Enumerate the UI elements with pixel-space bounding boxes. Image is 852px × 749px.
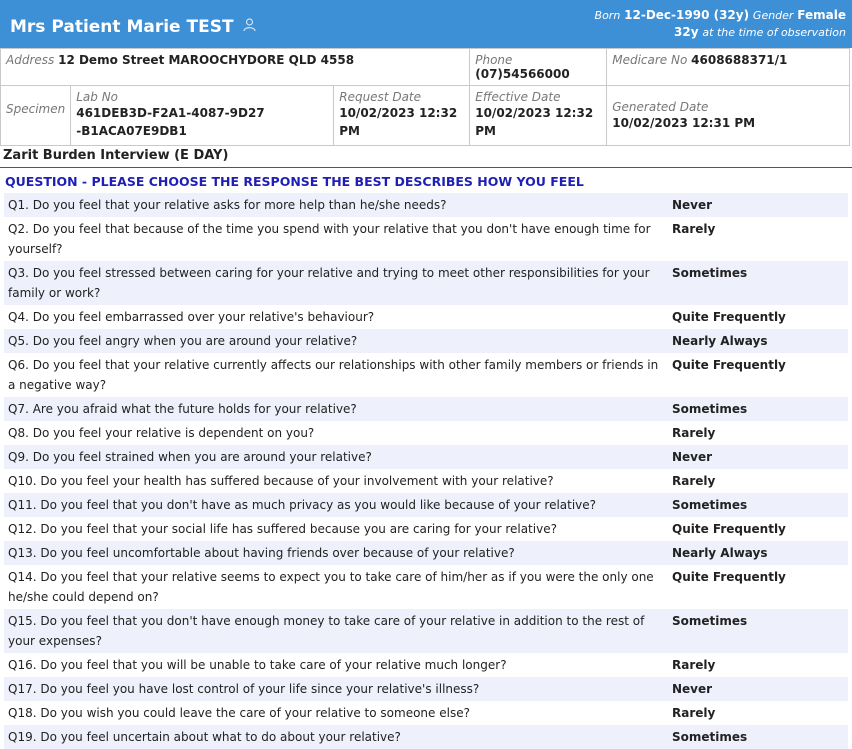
user-icon[interactable] <box>243 17 257 37</box>
answer-value: Never <box>672 450 713 464</box>
question-row: Q13. Do you feel uncomfortable about hav… <box>4 541 848 565</box>
question-row: Q8. Do you feel your relative is depende… <box>4 421 848 445</box>
question-text: Q12. Do you feel that your social life h… <box>8 522 557 536</box>
age-note: at the time of observation <box>702 26 846 39</box>
question-text: Q2. Do you feel that because of the time… <box>8 222 651 256</box>
question-row: Q11. Do you feel that you don't have as … <box>4 493 848 517</box>
question-header: QUESTION - PLEASE CHOOSE THE RESPONSE TH… <box>5 174 584 189</box>
question-row: Q14. Do you feel that your relative seem… <box>4 565 848 609</box>
effective-date-value: 10/02/2023 12:32 PM <box>475 106 594 138</box>
patient-header: Mrs Patient Marie TEST Born 12-Dec-1990 … <box>0 0 852 48</box>
answer-value: Never <box>672 682 713 696</box>
question-text: Q16. Do you feel that you will be unable… <box>8 658 507 672</box>
generated-date-cell: Generated Date 10/02/2023 12:31 PM <box>606 85 850 146</box>
question-row: Q18. Do you wish you could leave the car… <box>4 701 848 725</box>
answer-value: Rarely <box>672 426 716 440</box>
lab-no-cell: Lab No 461DEB3D-F2A1-4087-9D27-B1ACA07E9… <box>70 85 335 146</box>
question-row: Q16. Do you feel that you will be unable… <box>4 653 848 677</box>
question-row: Q10. Do you feel your health has suffere… <box>4 469 848 493</box>
answer-value: Sometimes <box>672 498 748 512</box>
question-row: Q9. Do you feel strained when you are ar… <box>4 445 848 469</box>
question-text: Q9. Do you feel strained when you are ar… <box>8 450 372 464</box>
phone-cell: Phone (07)54566000 <box>469 48 608 86</box>
answer-value: Rarely <box>672 658 716 672</box>
question-row: Q4. Do you feel embarrassed over your re… <box>4 305 848 329</box>
medicare-value: 4608688371/1 <box>691 53 788 67</box>
patient-info-table: Address 12 Demo Street MAROOCHYDORE QLD … <box>0 48 850 146</box>
question-text: Q5. Do you feel angry when you are aroun… <box>8 334 358 348</box>
specimen-label: Specimen <box>6 102 66 116</box>
question-text: Q19. Do you feel uncertain about what to… <box>8 730 401 744</box>
answer-value: Never <box>672 198 713 212</box>
question-text: Q3. Do you feel stressed between caring … <box>8 266 650 300</box>
medicare-label: Medicare No <box>612 53 688 67</box>
question-text: Q4. Do you feel embarrassed over your re… <box>8 310 375 324</box>
answer-value: Sometimes <box>672 730 748 744</box>
dob-value: 12-Dec-1990 (32y) <box>624 8 750 22</box>
gender-value: Female <box>797 8 846 22</box>
address-value: 12 Demo Street MAROOCHYDORE QLD 4558 <box>58 53 355 67</box>
question-row: Q2. Do you feel that because of the time… <box>4 217 848 261</box>
patient-name-block: Mrs Patient Marie TEST <box>10 17 257 37</box>
answer-value: Rarely <box>672 706 716 720</box>
medicare-cell: Medicare No 4608688371/1 <box>606 48 850 86</box>
question-row: Q7. Are you afraid what the future holds… <box>4 397 848 421</box>
generated-date-label: Generated Date <box>612 100 709 114</box>
answer-value: Quite Frequently <box>672 522 786 536</box>
question-text: Q13. Do you feel uncomfortable about hav… <box>8 546 515 560</box>
answer-value: Rarely <box>672 474 716 488</box>
question-row: Q12. Do you feel that your social life h… <box>4 517 848 541</box>
gender-label: Gender <box>752 9 794 22</box>
phone-label: Phone <box>475 53 513 67</box>
age-value: 32y <box>674 25 699 39</box>
lab-no-label: Lab No <box>76 90 119 104</box>
patient-demographics: Born 12-Dec-1990 (32y) Gender Female 32y… <box>595 7 846 41</box>
answer-value: Quite Frequently <box>672 310 786 324</box>
generated-date-value: 10/02/2023 12:31 PM <box>612 116 756 130</box>
question-row: Q1. Do you feel that your relative asks … <box>4 193 848 217</box>
answer-value: Nearly Always <box>672 334 768 348</box>
question-list: Q1. Do you feel that your relative asks … <box>4 193 848 749</box>
question-row: Q5. Do you feel angry when you are aroun… <box>4 329 848 353</box>
question-text: Q7. Are you afraid what the future holds… <box>8 402 357 416</box>
question-text: Q8. Do you feel your relative is depende… <box>8 426 315 440</box>
specimen-cell: Specimen <box>0 85 72 146</box>
question-row: Q19. Do you feel uncertain about what to… <box>4 725 848 749</box>
question-row: Q15. Do you feel that you don't have eno… <box>4 609 848 653</box>
divider <box>0 167 852 168</box>
answer-value: Nearly Always <box>672 546 768 560</box>
address-cell: Address 12 Demo Street MAROOCHYDORE QLD … <box>0 48 471 86</box>
question-row: Q6. Do you feel that your relative curre… <box>4 353 848 397</box>
question-text: Q18. Do you wish you could leave the car… <box>8 706 470 720</box>
address-label: Address <box>6 53 55 67</box>
phone-value: (07)54566000 <box>475 67 570 81</box>
request-date-label: Request Date <box>339 90 422 104</box>
question-text: Q15. Do you feel that you don't have eno… <box>8 614 645 648</box>
born-label: Born <box>594 9 621 22</box>
request-date-value: 10/02/2023 12:32 PM <box>339 106 458 138</box>
lab-no-value: 461DEB3D-F2A1-4087-9D27-B1ACA07E9DB1 <box>76 106 265 138</box>
question-text: Q14. Do you feel that your relative seem… <box>8 570 654 604</box>
patient-name: Mrs Patient Marie TEST <box>10 17 234 37</box>
answer-value: Rarely <box>672 222 716 236</box>
question-text: Q6. Do you feel that your relative curre… <box>8 358 659 392</box>
answer-value: Sometimes <box>672 402 748 416</box>
request-date-cell: Request Date 10/02/2023 12:32 PM <box>333 85 471 146</box>
question-row: Q17. Do you feel you have lost control o… <box>4 677 848 701</box>
question-row: Q3. Do you feel stressed between caring … <box>4 261 848 305</box>
effective-date-label: Effective Date <box>475 90 561 104</box>
question-text: Q10. Do you feel your health has suffere… <box>8 474 554 488</box>
answer-value: Quite Frequently <box>672 570 786 584</box>
form-title: Zarit Burden Interview (E DAY) <box>3 148 229 163</box>
question-text: Q17. Do you feel you have lost control o… <box>8 682 480 696</box>
answer-value: Sometimes <box>672 266 748 280</box>
question-text: Q11. Do you feel that you don't have as … <box>8 498 597 512</box>
question-text: Q1. Do you feel that your relative asks … <box>8 198 447 212</box>
answer-value: Sometimes <box>672 614 748 628</box>
effective-date-cell: Effective Date 10/02/2023 12:32 PM <box>469 85 608 146</box>
answer-value: Quite Frequently <box>672 358 786 372</box>
